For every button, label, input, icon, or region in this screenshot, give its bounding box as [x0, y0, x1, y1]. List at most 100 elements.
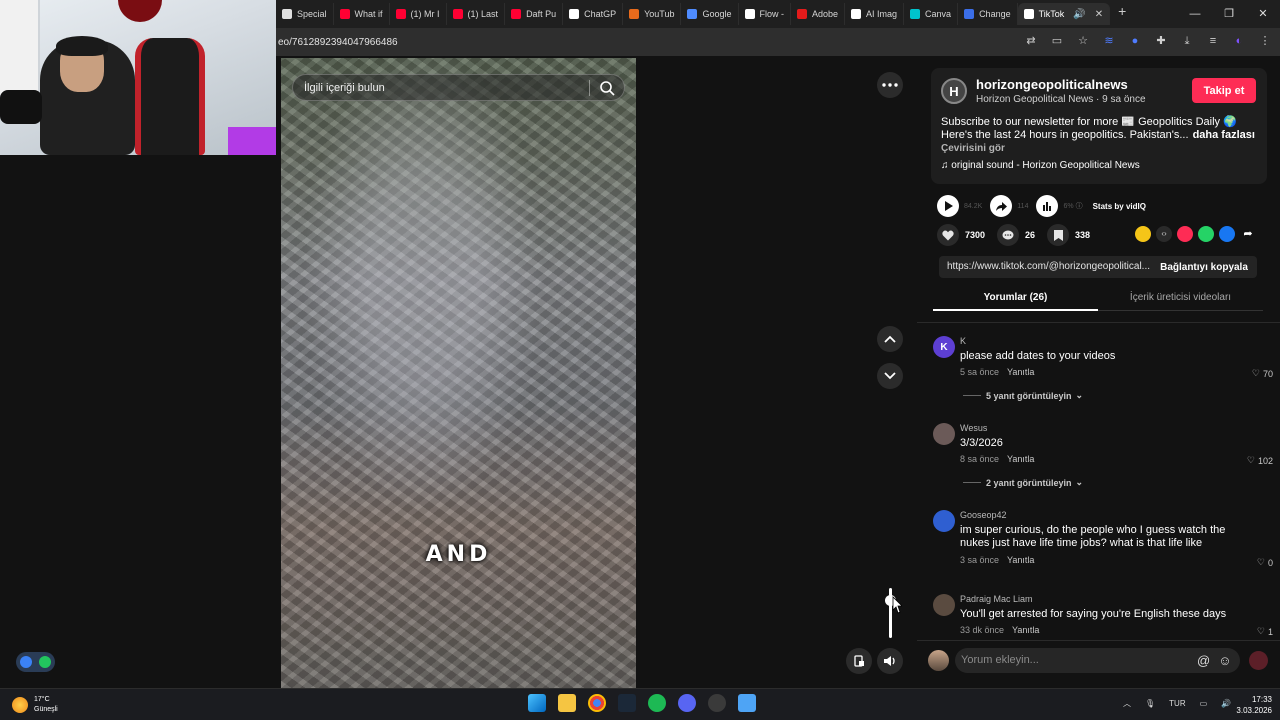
like-button[interactable]: [937, 224, 959, 246]
reply-button[interactable]: Yanıtla: [1012, 625, 1039, 635]
url-text[interactable]: eo/7612892394047966486: [278, 37, 398, 48]
comment-like-button[interactable]: ♡ 102: [1247, 455, 1273, 466]
browser-tab[interactable]: AI Imag: [845, 3, 905, 25]
clock[interactable]: 17:33 3.03.2026: [1232, 694, 1272, 716]
address-bar[interactable]: eo/7612892394047966486 ⇄ ▭ ☆ ≋ ● ✚ ⤓ ≡ ◐…: [276, 28, 1280, 56]
comment-like-button[interactable]: ♡ 0: [1257, 557, 1273, 568]
language-indicator[interactable]: TUR: [1169, 699, 1185, 708]
more-share-arrow-icon[interactable]: ➦: [1240, 226, 1256, 242]
download-icon[interactable]: ⤓: [1180, 34, 1194, 48]
windows-start-icon[interactable]: [528, 694, 546, 712]
close-tab-icon[interactable]: ✕: [1095, 9, 1103, 20]
facebook-icon[interactable]: [1219, 226, 1235, 242]
comment-avatar[interactable]: K: [933, 336, 955, 358]
browser-tab[interactable]: ChatGP: [563, 3, 624, 25]
comment-avatar[interactable]: [933, 594, 955, 616]
obs-icon[interactable]: [708, 694, 726, 712]
minimize-icon[interactable]: —: [1178, 0, 1212, 28]
restore-icon[interactable]: ❐: [1212, 0, 1246, 28]
more-options-button[interactable]: [877, 72, 903, 98]
browser-tab[interactable]: Canva: [904, 3, 959, 25]
translate-icon[interactable]: ⇄: [1024, 34, 1038, 48]
search-icon[interactable]: [599, 80, 615, 96]
comment-author[interactable]: Gooseop42: [960, 510, 1007, 520]
weather-widget[interactable]: 17°C Güneşli: [12, 695, 58, 715]
comment-like-button[interactable]: ♡ 70: [1252, 368, 1273, 379]
reply-button[interactable]: Yanıtla: [1007, 367, 1034, 377]
sound-link[interactable]: ♫ original sound - Horizon Geopolitical …: [941, 160, 1140, 171]
view-replies-button[interactable]: 2 yanıt görüntüleyin ⌄: [963, 477, 1083, 488]
browser-tab[interactable]: Change: [958, 3, 1018, 25]
creator-avatar[interactable]: H: [941, 78, 967, 104]
tab-comments[interactable]: Yorumlar (26): [933, 286, 1098, 311]
network-icon[interactable]: ▭: [1200, 699, 1208, 708]
browser-tab[interactable]: Adobe: [791, 3, 846, 25]
browser-tab[interactable]: What if: [334, 3, 390, 25]
browser-tab[interactable]: Daft Pu: [505, 3, 564, 25]
reply-button[interactable]: Yanıtla: [1007, 454, 1034, 464]
comment-avatar[interactable]: [933, 423, 955, 445]
discord-icon[interactable]: [678, 694, 696, 712]
embed-code-icon[interactable]: ‹›: [1156, 226, 1172, 242]
next-video-button[interactable]: [877, 363, 903, 389]
miniplayer-button[interactable]: [846, 648, 872, 674]
related-search-box[interactable]: İlgili içeriği bulun: [292, 74, 625, 101]
share-tiktok-icon[interactable]: [1177, 226, 1193, 242]
browser-tab[interactable]: TikTok 🔊 ✕: [1017, 3, 1111, 25]
view-replies-button[interactable]: 5 yanıt görüntüleyin ⌄: [963, 390, 1083, 401]
video-player[interactable]: İlgili içeriği bulun AND: [281, 58, 636, 688]
related-search-input[interactable]: İlgili içeriği bulun: [304, 82, 385, 94]
comment-like-button[interactable]: ♡ 1: [1257, 626, 1273, 637]
video-link-text[interactable]: https://www.tiktok.com/@horizongeopoliti…: [947, 261, 1150, 272]
new-tab-icon[interactable]: +: [1118, 3, 1126, 25]
chevron-up-icon[interactable]: ︿: [1123, 698, 1131, 709]
cast-icon[interactable]: ▭: [1050, 34, 1064, 48]
media-icon[interactable]: ≡: [1206, 34, 1220, 48]
info-icon[interactable]: ⓘ: [1076, 201, 1083, 211]
browser-tab[interactable]: Special: [276, 3, 334, 25]
browser-tab[interactable]: (1) Last: [447, 3, 506, 25]
extension-badge[interactable]: [16, 652, 55, 672]
comment-author[interactable]: Padraig Mac Liam: [960, 594, 1033, 604]
share-friends-icon[interactable]: [1135, 226, 1151, 242]
save-button[interactable]: [1047, 224, 1070, 246]
spotify-icon[interactable]: [648, 694, 666, 712]
steam-icon[interactable]: [618, 694, 636, 712]
menu-icon[interactable]: ⋮: [1258, 34, 1272, 48]
tab-creator-videos[interactable]: İçerik üreticisi videoları: [1098, 286, 1263, 311]
browser-tab[interactable]: (1) Mr I: [390, 3, 447, 25]
comment-button[interactable]: [997, 224, 1020, 246]
emoji-icon[interactable]: ☺: [1218, 653, 1231, 668]
comment-avatar[interactable]: [933, 510, 955, 532]
mute-button[interactable]: [877, 648, 903, 674]
notepad-icon[interactable]: [738, 694, 756, 712]
vidiq-label[interactable]: Stats by vidIQ: [1093, 202, 1146, 211]
more-link[interactable]: daha fazlası: [1193, 129, 1255, 141]
browser-tab[interactable]: YouTub: [623, 3, 682, 25]
comment-author[interactable]: Wesus: [960, 423, 987, 433]
my-avatar[interactable]: [928, 650, 949, 671]
whatsapp-icon[interactable]: [1198, 226, 1214, 242]
chrome-icon[interactable]: [588, 694, 606, 712]
profile-icon[interactable]: ◐: [1232, 34, 1246, 48]
follow-button[interactable]: Takip et: [1192, 78, 1256, 103]
extension-wave-icon[interactable]: ≋: [1102, 34, 1116, 48]
copy-link-button[interactable]: Bağlantıyı kopyala: [1152, 258, 1256, 276]
previous-video-button[interactable]: [877, 326, 903, 352]
send-comment-button[interactable]: [1249, 651, 1268, 670]
reply-button[interactable]: Yanıtla: [1007, 555, 1034, 565]
extensions-puzzle-icon[interactable]: ✚: [1154, 34, 1168, 48]
creator-username[interactable]: horizongeopoliticalnews: [976, 77, 1128, 92]
comment-author[interactable]: K: [960, 336, 966, 346]
speaker-icon[interactable]: 🔊: [1221, 699, 1231, 708]
microphone-icon[interactable]: 🎙: [1145, 699, 1155, 708]
bookmark-star-icon[interactable]: ☆: [1076, 34, 1090, 48]
browser-tab[interactable]: Google: [681, 3, 739, 25]
translate-link[interactable]: Çevirisini gör: [941, 143, 1005, 154]
close-window-icon[interactable]: ✕: [1246, 0, 1280, 28]
extension-blue-icon[interactable]: ●: [1128, 34, 1142, 48]
mention-icon[interactable]: @: [1197, 653, 1210, 668]
tab-audio-icon[interactable]: 🔊: [1073, 9, 1085, 20]
file-explorer-icon[interactable]: [558, 694, 576, 712]
browser-tab[interactable]: Flow -: [739, 3, 791, 25]
